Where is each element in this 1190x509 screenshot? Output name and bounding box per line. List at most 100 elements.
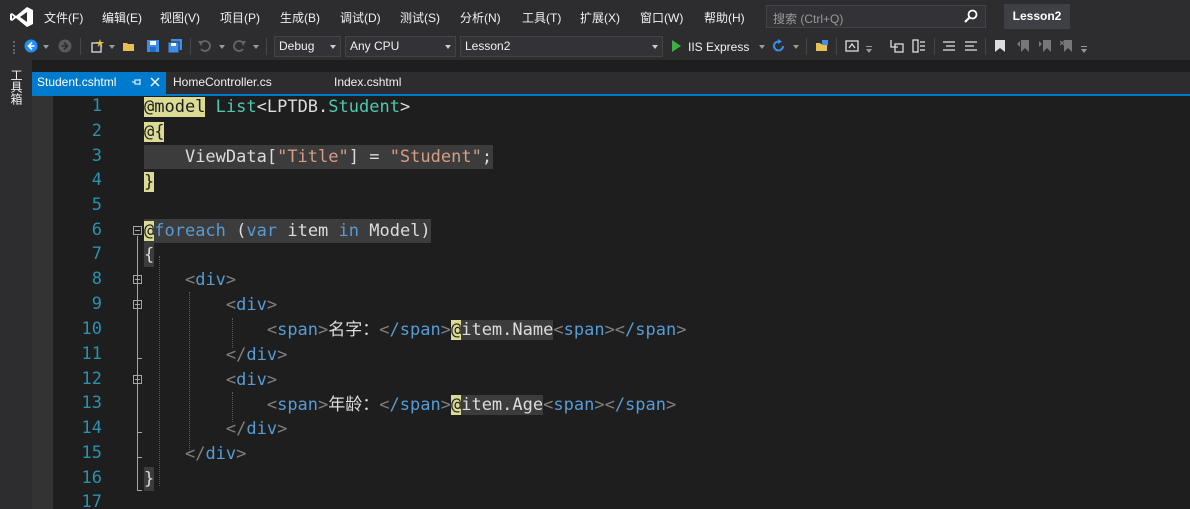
tab-homecontroller-cs[interactable]: HomeController.cs <box>168 72 328 94</box>
menu-window[interactable]: 窗口(W) <box>640 9 683 26</box>
outline-end <box>137 432 142 433</box>
viewdata-access: ViewData[ <box>184 147 278 167</box>
code-line-8: <div> <box>144 268 236 292</box>
semicolon: ; <box>481 147 493 167</box>
platform-value: Any CPU <box>350 39 400 53</box>
configuration-select[interactable]: Debug <box>274 36 341 57</box>
tab-student-cshtml[interactable]: Student.cshtml <box>32 72 166 94</box>
redo-dropdown-icon[interactable] <box>253 45 259 49</box>
run-target-dropdown-icon[interactable] <box>759 45 765 49</box>
new-project-icon[interactable] <box>90 39 104 53</box>
run-target-label[interactable]: IIS Express <box>688 40 749 54</box>
chevron-down-icon <box>445 45 451 49</box>
comment-lines-icon[interactable] <box>942 39 956 53</box>
line-number: 13 <box>81 393 102 413</box>
tag-bracket: < <box>184 270 196 290</box>
collapse-outline-icon[interactable] <box>133 226 142 235</box>
step-into-icon[interactable] <box>890 39 904 53</box>
razor-code-block-close: } <box>144 172 155 192</box>
bookmark-icon[interactable] <box>993 39 1007 53</box>
keyword-in: in <box>338 221 360 241</box>
tab-label: Student.cshtml <box>37 75 117 89</box>
next-bookmark-icon[interactable] <box>1039 39 1053 53</box>
navigate-back-icon[interactable] <box>24 39 38 53</box>
menu-project[interactable]: 项目(P) <box>220 9 260 26</box>
outline-end <box>137 358 142 359</box>
property-name: .Age <box>502 395 544 415</box>
menu-help[interactable]: 帮助(H) <box>704 9 745 26</box>
toolbox-tab[interactable]: 工具箱 <box>5 69 25 105</box>
browse-folder-icon[interactable] <box>815 39 829 53</box>
step-over-icon[interactable] <box>912 39 926 53</box>
tag-bracket: </ <box>225 419 247 439</box>
navigate-back-dropdown-icon[interactable] <box>43 45 49 49</box>
tag-name: div <box>205 444 237 464</box>
brace: } <box>144 469 155 489</box>
startup-project-select[interactable]: Lesson2 <box>460 36 663 57</box>
toolbar-grip-icon[interactable] <box>12 40 16 54</box>
menu-view[interactable]: 视图(V) <box>160 9 200 26</box>
class-name: Student <box>328 97 400 117</box>
document-tab-bar: Student.cshtml HomeController.cs Index.c… <box>32 72 1190 94</box>
undo-icon[interactable] <box>198 39 212 53</box>
save-icon[interactable] <box>146 39 160 53</box>
navigate-forward-icon[interactable] <box>58 39 72 53</box>
tag-name: /span <box>389 395 441 415</box>
open-file-icon[interactable] <box>122 39 136 53</box>
code-line-7: { <box>144 243 155 267</box>
refresh-dropdown-icon[interactable] <box>793 45 799 49</box>
tab-index-cshtml[interactable]: Index.cshtml <box>329 72 449 94</box>
solution-name-badge[interactable]: Lesson2 <box>1004 4 1070 29</box>
toolbar-overflow-icon[interactable] <box>866 46 874 54</box>
line-number: 8 <box>91 269 102 289</box>
line-number: 1 <box>91 96 102 116</box>
uncomment-lines-icon[interactable] <box>964 39 978 53</box>
clear-bookmarks-icon[interactable] <box>1060 39 1074 53</box>
refresh-browser-icon[interactable] <box>772 39 786 53</box>
toolbar-separator <box>985 38 986 55</box>
paren: ( <box>225 221 247 241</box>
menu-debug[interactable]: 调试(D) <box>340 9 381 26</box>
line-number: 4 <box>91 170 102 190</box>
keyword-var: var <box>246 221 278 241</box>
editor-margin <box>32 96 53 509</box>
menu-file[interactable]: 文件(F) <box>44 9 83 26</box>
tag-bracket: > <box>666 395 677 415</box>
code-line-4: } <box>144 170 155 194</box>
code-editor[interactable]: 1 2 3 4 5 6 7 8 9 10 11 12 13 14 15 16 1… <box>32 96 1190 509</box>
save-all-icon[interactable] <box>168 39 182 53</box>
menu-extensions[interactable]: 扩展(X) <box>580 9 620 26</box>
new-project-dropdown-icon[interactable] <box>109 45 115 49</box>
tag-bracket: > <box>318 395 329 415</box>
live-share-icon[interactable] <box>845 39 859 53</box>
loop-variable: item <box>277 221 339 241</box>
previous-bookmark-icon[interactable] <box>1017 39 1031 53</box>
close-icon[interactable] <box>150 77 160 87</box>
menu-analyze[interactable]: 分析(N) <box>460 9 501 26</box>
tag-bracket: < <box>225 370 237 390</box>
label-text: 名字： <box>328 320 380 340</box>
search-icon[interactable] <box>964 9 978 23</box>
toolbar-overflow-icon[interactable] <box>1081 46 1089 54</box>
menu-edit[interactable]: 编辑(E) <box>102 9 142 26</box>
collapse-outline-icon[interactable] <box>133 300 142 309</box>
code-line-2: @{ <box>144 120 165 144</box>
menu-tools[interactable]: 工具(T) <box>522 9 561 26</box>
pin-icon[interactable] <box>132 77 142 87</box>
code-line-14: </div> <box>144 417 287 441</box>
collapse-outline-icon[interactable] <box>133 375 142 384</box>
menu-test[interactable]: 测试(S) <box>400 9 440 26</box>
standard-toolbar: Debug Any CPU Lesson2 IIS Express <box>0 33 1190 60</box>
tag-bracket: < <box>266 395 278 415</box>
collapse-outline-icon[interactable] <box>133 275 142 284</box>
tag-bracket: < <box>225 295 237 315</box>
start-debugging-icon[interactable] <box>670 39 682 53</box>
menu-build[interactable]: 生成(B) <box>280 9 320 26</box>
startup-project-value: Lesson2 <box>465 39 511 53</box>
platform-select[interactable]: Any CPU <box>345 36 456 57</box>
visual-studio-logo-icon[interactable] <box>10 6 34 28</box>
undo-dropdown-icon[interactable] <box>219 45 225 49</box>
search-input[interactable]: 搜索 (Ctrl+Q) <box>766 5 986 28</box>
redo-icon[interactable] <box>232 39 246 53</box>
tag-bracket: > <box>676 320 687 340</box>
